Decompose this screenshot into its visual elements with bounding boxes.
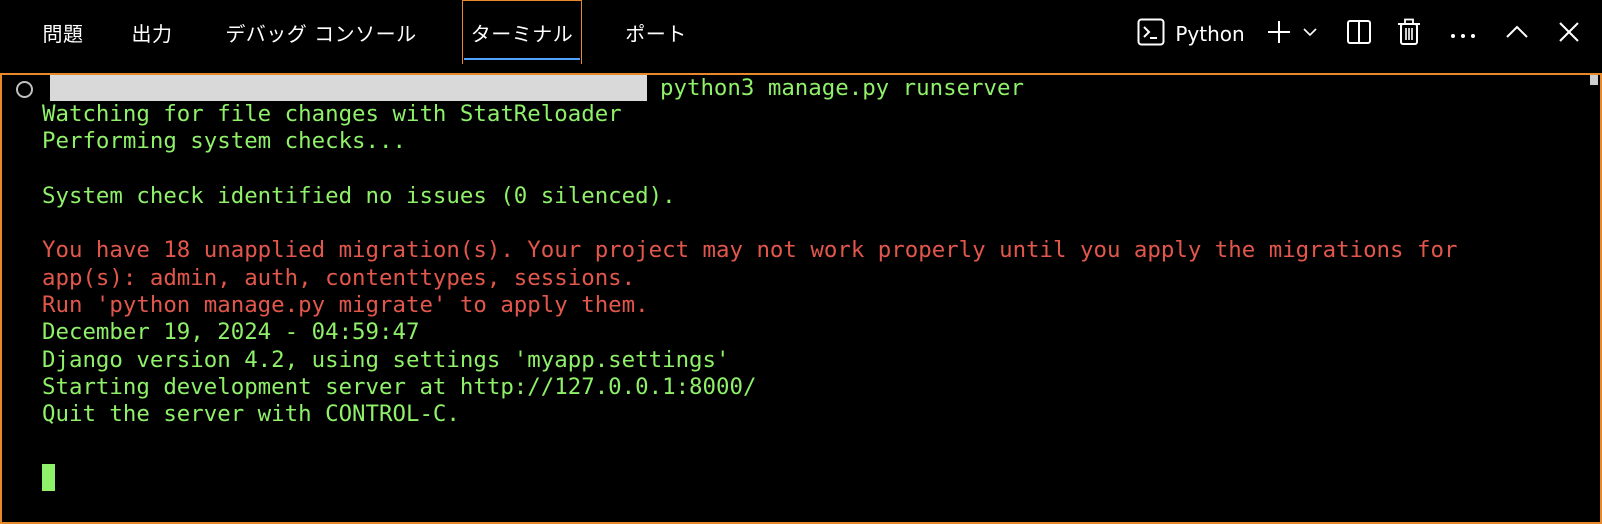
tab-problems[interactable]: 問題 [28, 0, 98, 64]
terminal-line: Watching for file changes with StatReloa… [42, 101, 622, 127]
terminal-line: Performing system checks... [42, 128, 406, 154]
split-terminal-button[interactable] [1342, 14, 1376, 54]
terminal-line: You have 18 unapplied migration(s). Your… [42, 237, 1458, 263]
terminal-prompt-icon [1137, 18, 1165, 50]
more-icon [1449, 25, 1477, 44]
terminal-scrollbar[interactable] [1590, 75, 1598, 85]
tab-terminal-label: ターミナル [470, 22, 574, 46]
more-actions-button[interactable] [1446, 14, 1480, 54]
tab-problems-label: 問題 [42, 21, 84, 46]
terminal-command: python3 manage.py runserver [660, 75, 1024, 101]
terminal-line: Quit the server with CONTROL-C. [42, 401, 460, 427]
tab-output[interactable]: 出力 [120, 0, 184, 64]
terminal-line: December 19, 2024 - 04:59:47 [42, 319, 420, 345]
plus-icon [1266, 19, 1292, 49]
terminal-launch-profile-dropdown[interactable] [1298, 14, 1322, 54]
terminal-profile-button[interactable]: Python [1132, 14, 1250, 54]
tab-debug-console[interactable]: デバッグ コンソール [208, 0, 434, 64]
tab-ports-label: ポート [625, 21, 687, 46]
active-tab-indicator [464, 58, 580, 60]
tab-ports[interactable]: ポート [616, 0, 696, 64]
terminal-profile-label: Python [1175, 22, 1245, 46]
redacted-prompt [50, 75, 647, 101]
terminal-line: Django version 4.2, using settings 'myap… [42, 347, 730, 373]
panel-tab-bar: 問題 出力 デバッグ コンソール ターミナル ポート Python [0, 0, 1602, 73]
close-panel-button[interactable] [1552, 14, 1586, 54]
tab-terminal[interactable]: ターミナル [462, 0, 582, 64]
terminal-cursor [42, 464, 55, 491]
command-decoration-icon[interactable] [16, 81, 33, 98]
maximize-panel-button[interactable] [1500, 14, 1534, 54]
terminal-line: Run 'python manage.py migrate' to apply … [42, 292, 649, 318]
terminal-view[interactable]: python3 manage.py runserver Watching for… [0, 73, 1602, 524]
close-icon [1558, 21, 1580, 47]
trash-icon [1396, 18, 1422, 50]
tab-output-label: 出力 [131, 21, 173, 46]
split-icon [1346, 19, 1372, 49]
new-terminal-button[interactable] [1262, 14, 1296, 54]
chevron-up-icon [1505, 24, 1529, 44]
chevron-down-icon [1302, 24, 1318, 44]
tab-debug-console-label: デバッグ コンソール [225, 21, 417, 46]
terminal-line: Starting development server at http://12… [42, 374, 757, 400]
kill-terminal-button[interactable] [1392, 14, 1426, 54]
terminal-line: System check identified no issues (0 sil… [42, 183, 676, 209]
terminal-line: app(s): admin, auth, contenttypes, sessi… [42, 265, 636, 291]
